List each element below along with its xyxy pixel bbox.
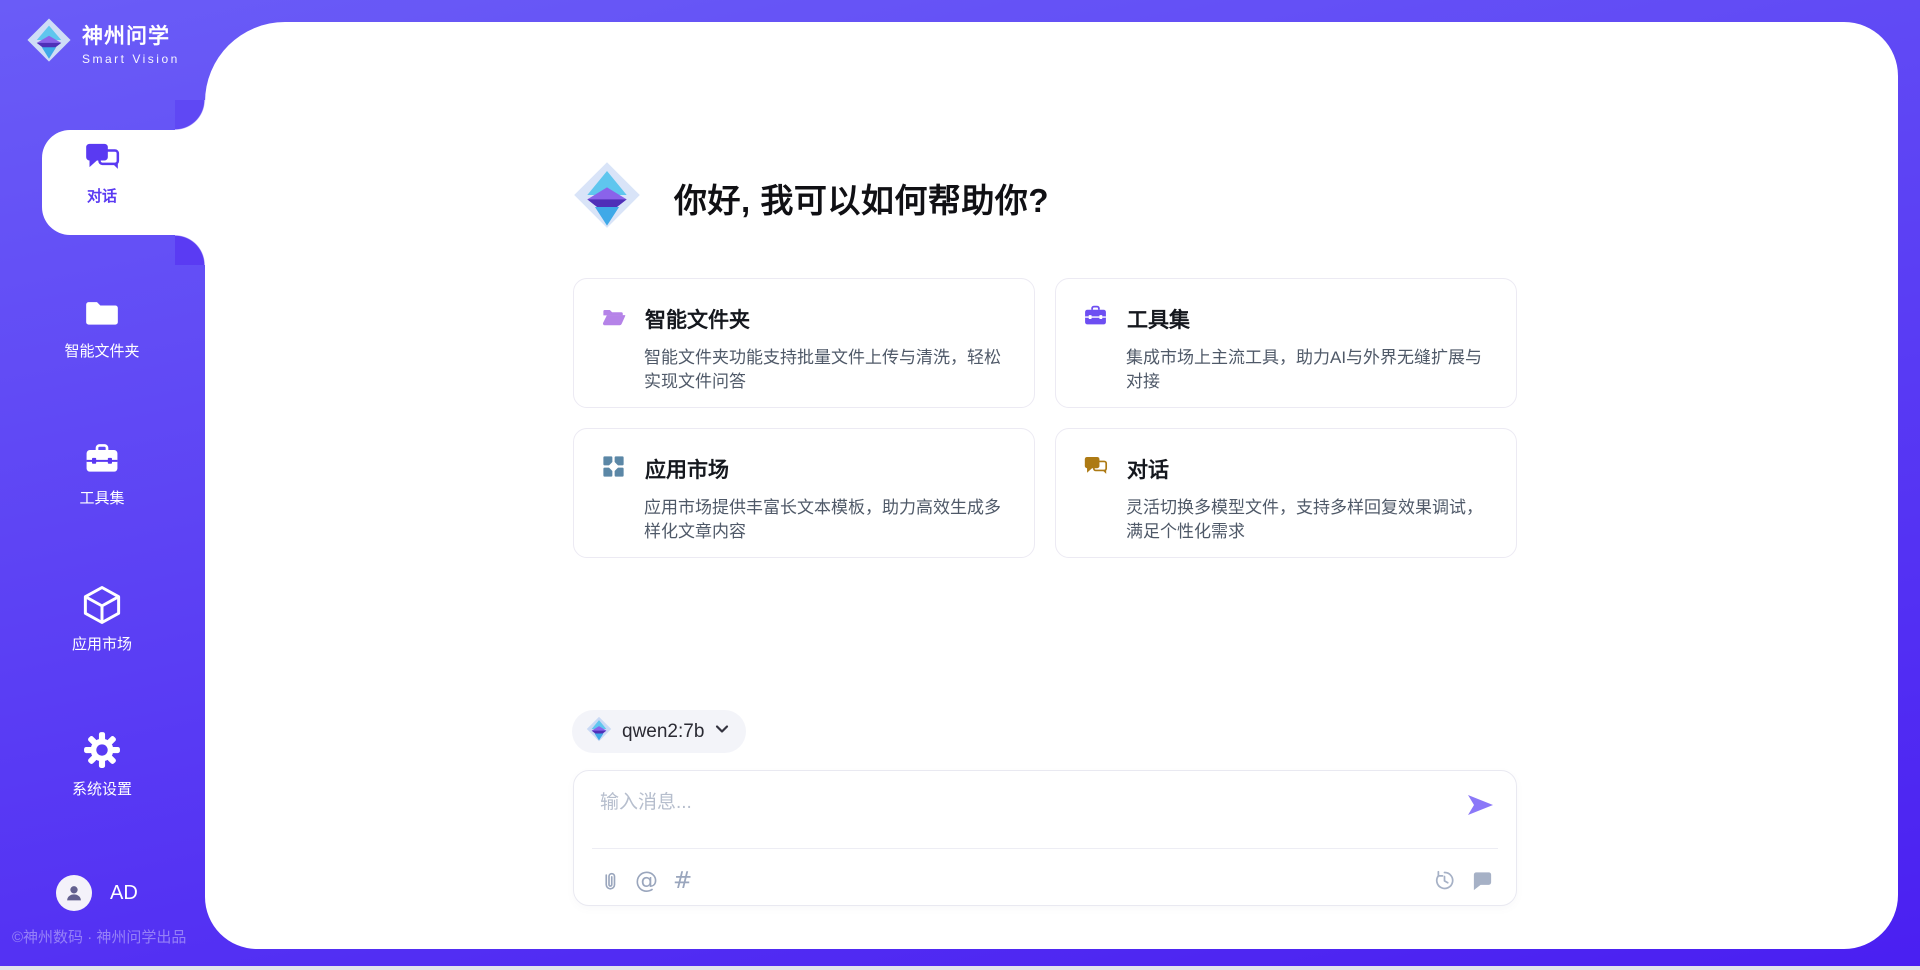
user-profile[interactable]: AD (56, 875, 138, 911)
sidebar-item-smart-folder[interactable]: 智能文件夹 (27, 293, 177, 361)
chevron-down-icon (714, 721, 730, 742)
mention-button[interactable]: @ (635, 870, 658, 892)
chat-icon (82, 138, 122, 178)
feature-card-app-market[interactable]: 应用市场 应用市场提供丰富长文本模板，助力高效生成多样化文章内容 (573, 428, 1035, 558)
bottom-edge-bar (0, 966, 1920, 970)
sidebar-item-settings[interactable]: 系统设置 (27, 729, 177, 799)
folder-open-icon (600, 303, 627, 335)
model-selector[interactable]: qwen2:7b (572, 710, 746, 753)
at-icon: @ (635, 870, 658, 892)
card-description: 集成市场上主流工具，助力AI与外界无缝扩展与对接 (1126, 346, 1490, 394)
brand-logo-icon (26, 14, 72, 71)
sidebar-item-app-market[interactable]: 应用市场 (27, 584, 177, 654)
brand-subtitle: Smart Vision (82, 52, 180, 66)
sidebar-item-label: 对话 (87, 185, 117, 206)
sidebar-item-label: 应用市场 (72, 633, 132, 654)
history-icon (1433, 869, 1456, 892)
chat-bubbles-icon (1082, 453, 1109, 485)
card-title: 对话 (1127, 454, 1169, 484)
topic-button[interactable]: # (673, 870, 692, 892)
hashtag-icon: # (673, 870, 692, 892)
chat-bubble-icon (1471, 869, 1494, 892)
avatar (56, 875, 92, 911)
sidebar-item-toolset[interactable]: 工具集 (27, 440, 177, 508)
card-description: 智能文件夹功能支持批量文件上传与清洗，轻松实现文件问答 (644, 346, 1008, 394)
briefcase-icon (1082, 303, 1109, 335)
greeting-title: 你好, 我可以如何帮助你? (674, 174, 1049, 222)
grid-cube-icon (600, 453, 627, 485)
feature-card-toolset[interactable]: 工具集 集成市场上主流工具，助力AI与外界无缝扩展与对接 (1055, 278, 1517, 408)
brand: 神州问学 Smart Vision (26, 14, 180, 71)
app-root: { "brand": { "name": "神州问学", "subtitle":… (0, 0, 1920, 970)
model-name: qwen2:7b (622, 721, 704, 743)
sidebar-item-label: 系统设置 (72, 778, 132, 799)
greeting: 你好, 我可以如何帮助你? (572, 160, 1049, 235)
paperclip-icon (598, 870, 620, 892)
brand-name: 神州问学 (82, 20, 180, 50)
sidebar-item-chat[interactable]: 对话 (27, 138, 177, 206)
attach-button[interactable] (598, 870, 620, 892)
conversation-button[interactable] (1471, 869, 1494, 892)
folder-icon (82, 293, 122, 333)
message-input[interactable] (598, 785, 1442, 841)
sidebar-item-label: 工具集 (79, 487, 124, 508)
sidebar-item-label: 智能文件夹 (64, 340, 139, 361)
user-initials: AD (110, 882, 138, 905)
history-button[interactable] (1433, 869, 1456, 892)
feature-card-smart-folder[interactable]: 智能文件夹 智能文件夹功能支持批量文件上传与清洗，轻松实现文件问答 (573, 278, 1035, 408)
composer-divider (592, 848, 1498, 849)
gear-icon (81, 729, 123, 771)
toolbox-icon (82, 440, 122, 480)
composer: @ # (573, 770, 1517, 906)
card-title: 应用市场 (645, 454, 729, 484)
cube-icon (81, 584, 123, 626)
user-icon (63, 882, 85, 904)
sidebar-footer: ©神州数码 · 神州问学出品 (12, 926, 204, 947)
feature-card-chat[interactable]: 对话 灵活切换多模型文件，支持多样回复效果调试，满足个性化需求 (1055, 428, 1517, 558)
send-icon (1464, 789, 1496, 821)
active-nav-bump-top-curve (175, 100, 205, 130)
card-description: 灵活切换多模型文件，支持多样回复效果调试，满足个性化需求 (1126, 496, 1490, 544)
model-logo-icon (586, 716, 612, 747)
send-button[interactable] (1464, 789, 1496, 821)
card-title: 工具集 (1127, 304, 1190, 334)
card-title: 智能文件夹 (645, 304, 750, 334)
greeting-logo-icon (572, 160, 642, 235)
active-nav-bump-bottom-curve (175, 235, 205, 265)
card-description: 应用市场提供丰富长文本模板，助力高效生成多样化文章内容 (644, 496, 1008, 544)
